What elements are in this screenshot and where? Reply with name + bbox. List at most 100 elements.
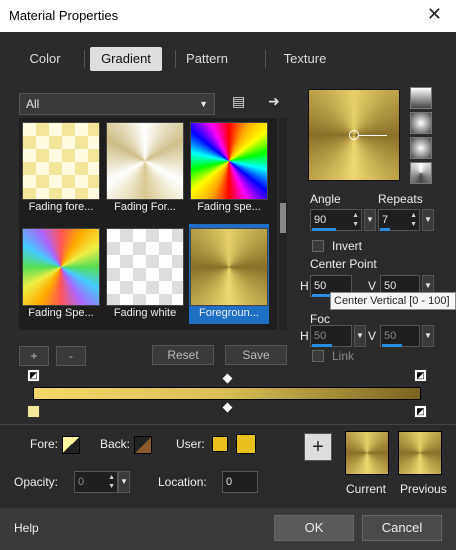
spin-arrows-icon[interactable]: ▲ ▼ (108, 473, 115, 491)
gradient-editor-bar[interactable] (33, 387, 421, 400)
swatch-label: Fading fore... (28, 201, 94, 213)
location-value: 0 (226, 476, 233, 488)
repeats-field[interactable]: 7 ▲ ▼ (378, 209, 420, 231)
tooltip: Center Vertical [0 - 100] (330, 292, 456, 310)
fore-color-swatch[interactable] (62, 436, 80, 454)
tab-color[interactable]: Color (10, 47, 80, 71)
gradient-swatch[interactable]: Fading spe... (189, 120, 269, 216)
linear-style-button[interactable] (410, 87, 432, 109)
swatch-image (106, 228, 184, 306)
user-color-large-swatch[interactable] (236, 434, 256, 454)
user-color-swatch[interactable] (212, 436, 228, 452)
tab-pattern[interactable]: Pattern (178, 47, 236, 71)
tab-texture[interactable]: Texture (272, 47, 338, 71)
center-h-label: H (300, 279, 309, 293)
back-label: Back: (100, 437, 131, 451)
close-icon[interactable]: ✕ (427, 4, 442, 25)
radial-style-button[interactable] (410, 162, 432, 184)
center-h-slider[interactable] (312, 294, 332, 297)
spin-arrows-icon[interactable]: ▲ ▼ (352, 211, 359, 229)
opacity-value: 0 (78, 476, 85, 488)
add-to-swatch-button[interactable]: + (304, 433, 332, 461)
angle-handle[interactable] (359, 135, 387, 136)
tab-divider (84, 50, 85, 68)
link-label: Link (332, 349, 355, 363)
focal-h-slider[interactable] (312, 344, 332, 347)
repeats-label: Repeats (378, 192, 423, 206)
add-stop-button[interactable]: + (19, 346, 49, 366)
swatch-image (22, 228, 100, 306)
current-swatch[interactable] (345, 431, 389, 475)
focal-point-label: Foc (310, 312, 331, 326)
repeats-slider[interactable] (380, 228, 390, 231)
focal-h-field[interactable]: 50 (310, 325, 352, 347)
category-dropdown[interactable]: All ▼ (19, 93, 215, 115)
current-label: Current (346, 482, 387, 496)
color-stop-left[interactable] (27, 405, 40, 418)
arrow-right-icon[interactable]: ➜ (268, 93, 280, 110)
gradient-swatch[interactable]: Fading white (105, 226, 185, 322)
tab-gradient[interactable]: Gradient (90, 47, 162, 71)
color-stop-right[interactable]: ◩ (414, 405, 427, 418)
category-value: All (26, 97, 40, 111)
sunburst-style-button[interactable] (410, 137, 432, 159)
center-point-label: Center Point (310, 257, 377, 271)
ok-button[interactable]: OK (274, 515, 354, 541)
cancel-button[interactable]: Cancel (362, 515, 442, 541)
focal-v-dropdown[interactable]: ▼ (422, 325, 434, 347)
opacity-dropdown[interactable]: ▼ (118, 471, 130, 493)
swatch-label: Fading For... (114, 201, 176, 213)
gradient-preview[interactable] (308, 89, 400, 181)
center-handle[interactable] (349, 130, 359, 140)
back-color-swatch[interactable] (134, 436, 152, 454)
angle-field[interactable]: 90 ▲ ▼ (310, 209, 362, 231)
focal-v-field[interactable]: 50 (380, 325, 420, 347)
title-bar: Material Properties ✕ (0, 0, 456, 32)
focal-v-label: V (368, 329, 377, 343)
divider (0, 424, 456, 425)
help-link[interactable]: Help (14, 521, 39, 535)
previous-swatch[interactable] (398, 431, 442, 475)
opacity-field[interactable]: 0 ▲ ▼ (74, 471, 118, 493)
remove-stop-button[interactable]: - (56, 346, 86, 366)
center-v-value: 50 (384, 280, 397, 292)
gradient-swatch[interactable]: Fading For... (105, 120, 185, 216)
angle-dropdown[interactable]: ▼ (364, 209, 376, 231)
opacity-stop-left[interactable]: ◩ (27, 369, 40, 382)
tab-bar: Color Gradient Pattern Texture (10, 47, 444, 72)
rectangular-style-button[interactable] (410, 112, 432, 134)
invert-label: Invert (332, 239, 363, 253)
focal-v-slider[interactable] (382, 344, 402, 347)
library-icon[interactable]: ▤ (232, 93, 245, 110)
angle-slider[interactable] (312, 228, 336, 231)
repeats-dropdown[interactable]: ▼ (422, 209, 434, 231)
swatch-image (106, 122, 184, 200)
reset-button[interactable]: Reset (152, 345, 214, 365)
save-button[interactable]: Save (225, 345, 287, 365)
angle-label: Angle (310, 192, 341, 206)
scroll-thumb[interactable] (280, 203, 286, 233)
link-checkbox[interactable] (312, 350, 324, 362)
previous-label: Previous (400, 482, 447, 496)
focal-v-value: 50 (384, 330, 397, 342)
invert-checkbox[interactable] (312, 240, 324, 252)
opacity-stop-right[interactable]: ◩ (414, 369, 427, 382)
opacity-label: Opacity: (14, 475, 59, 489)
footer: Help OK Cancel (0, 508, 456, 550)
focal-h-dropdown[interactable]: ▼ (354, 325, 366, 347)
gradient-swatch[interactable]: Fading fore... (21, 120, 101, 216)
gradient-swatch[interactable]: Fading Spe... (21, 226, 101, 322)
spin-arrows-icon[interactable]: ▲ ▼ (410, 211, 417, 229)
repeats-value: 7 (382, 214, 389, 226)
grid-scrollbar[interactable] (279, 118, 287, 330)
gradient-swatch-selected[interactable]: Foregroun... (189, 224, 269, 324)
gradient-grid: Fading fore... Fading For... Fading spe.… (19, 118, 277, 330)
swatch-image (22, 122, 100, 200)
focal-h-label: H (300, 329, 309, 343)
location-field[interactable]: 0 (222, 471, 258, 493)
swatch-label: Fading Spe... (28, 307, 94, 319)
swatch-label: Fading spe... (197, 201, 261, 213)
swatch-label: Foregroun... (199, 307, 259, 319)
tab-divider (175, 50, 176, 68)
user-label: User: (176, 437, 205, 451)
